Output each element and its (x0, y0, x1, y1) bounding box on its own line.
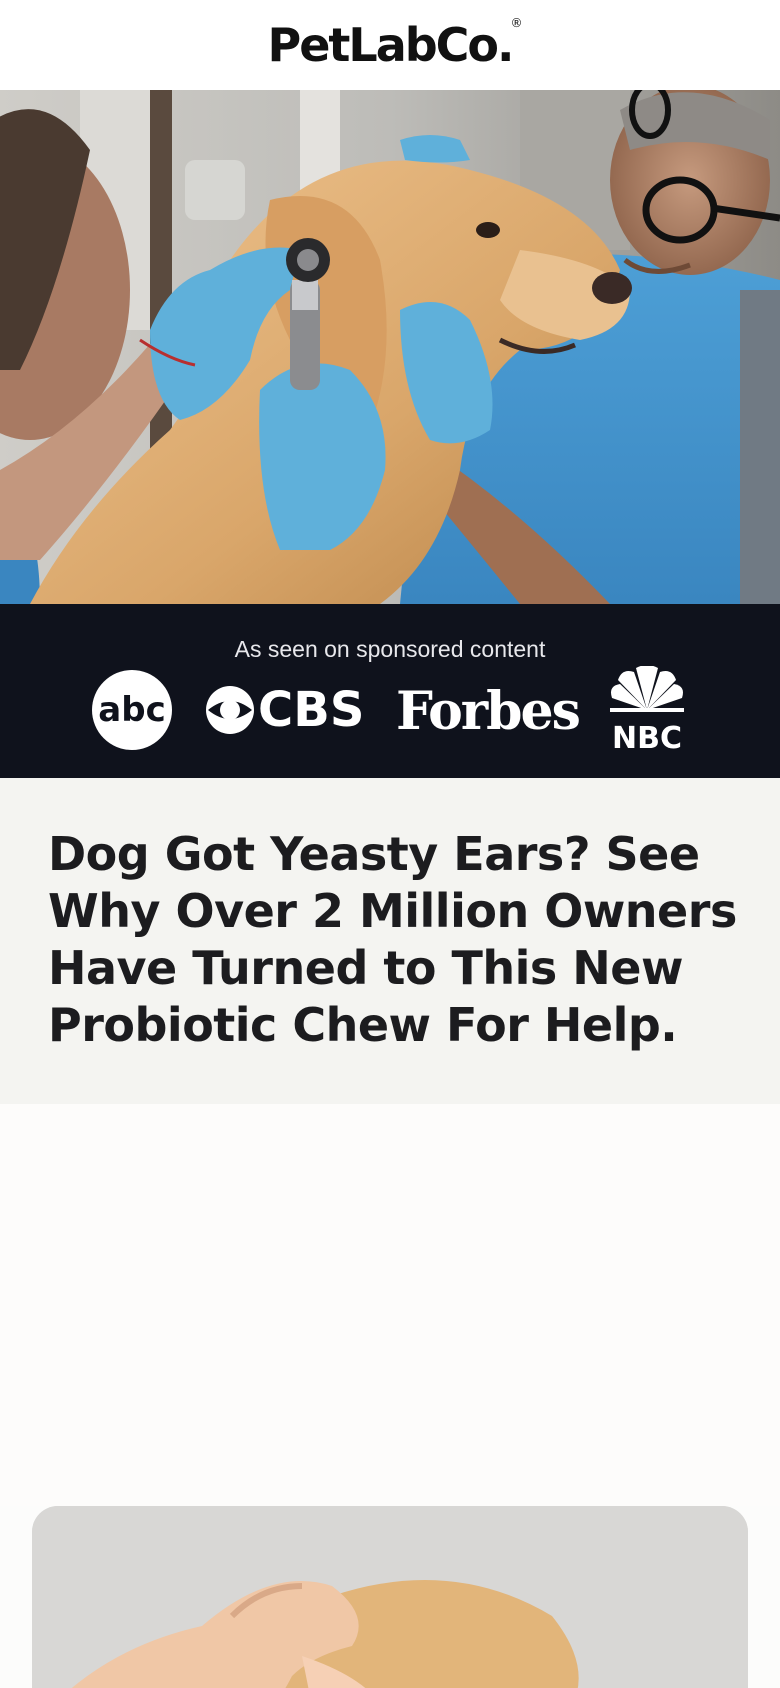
abc-logo-text: abc (98, 690, 165, 730)
nbc-logo: NBC (610, 666, 684, 752)
registered-mark: ® (510, 16, 523, 30)
nbc-logo-text: NBC (612, 721, 682, 752)
article-headline: Dog Got Yeasty Ears? See Why Over 2 Mill… (48, 827, 737, 1052)
press-logos: abc CBS Forbes NBC (92, 666, 684, 752)
hands-dog-ear-illustration (32, 1506, 748, 1688)
brand-logo[interactable]: PetLabCo. ® (267, 16, 522, 72)
hero-image (0, 90, 780, 604)
brand-name: PetLabCo. (267, 18, 514, 72)
headline-section: Dog Got Yeasty Ears? See Why Over 2 Mill… (0, 778, 780, 1104)
press-caption: As seen on sponsored content (234, 636, 546, 662)
forbes-logo: Forbes (396, 681, 580, 742)
vet-dog-illustration (0, 90, 780, 604)
cbs-logo: CBS (206, 682, 364, 738)
content-spacer (0, 1104, 780, 1506)
press-banner: As seen on sponsored content abc CBS For… (0, 604, 780, 778)
cbs-logo-text: CBS (258, 682, 364, 738)
article-image-card (32, 1506, 748, 1688)
site-header: PetLabCo. ® (0, 0, 780, 90)
abc-logo: abc (92, 670, 172, 750)
